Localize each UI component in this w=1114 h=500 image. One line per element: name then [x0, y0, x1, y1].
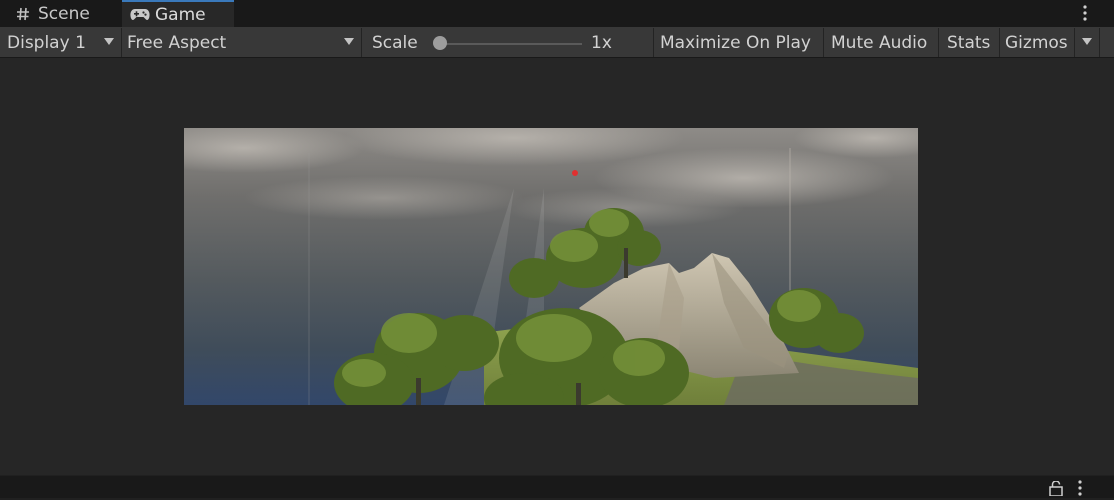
- chevron-down-icon: [1082, 38, 1092, 45]
- gamepad-icon: [130, 5, 150, 25]
- tab-scene[interactable]: Scene: [0, 0, 121, 27]
- status-bar: [0, 476, 1114, 498]
- gizmos-button[interactable]: Gizmos: [1001, 28, 1075, 57]
- scale-slider-track[interactable]: [440, 43, 582, 45]
- chevron-down-icon: [344, 38, 354, 45]
- kebab-menu-icon[interactable]: [1078, 3, 1092, 23]
- chevron-down-icon: [104, 38, 114, 45]
- tab-scene-label: Scene: [38, 3, 90, 24]
- game-view-toolbar: Display 1 Free Aspect Scale Maximize On …: [0, 27, 1114, 58]
- display-dropdown[interactable]: Display 1: [0, 28, 122, 57]
- scale-value: 1x: [591, 32, 612, 53]
- mute-audio-label: Mute Audio: [831, 32, 928, 53]
- mute-audio-button[interactable]: Mute Audio: [825, 28, 939, 57]
- stats-label: Stats: [947, 32, 991, 53]
- gizmos-dropdown[interactable]: [1076, 28, 1100, 57]
- maximize-on-play-label: Maximize On Play: [660, 32, 811, 53]
- kebab-menu-icon[interactable]: [1078, 480, 1090, 498]
- gizmos-label: Gizmos: [1005, 32, 1068, 53]
- hash-icon: [13, 4, 33, 24]
- tab-game[interactable]: Game: [122, 0, 234, 27]
- scale-label: Scale: [372, 32, 418, 53]
- crosshair-dot: [572, 170, 578, 176]
- window-tab-bar: Scene Game: [0, 0, 1114, 27]
- stats-button[interactable]: Stats: [940, 28, 1000, 57]
- display-dropdown-label: Display 1: [7, 32, 86, 53]
- aspect-dropdown[interactable]: Free Aspect: [123, 28, 362, 57]
- game-render-image: [184, 128, 918, 405]
- scale-slider-thumb[interactable]: [433, 36, 447, 50]
- aspect-dropdown-label: Free Aspect: [127, 32, 227, 53]
- lock-icon[interactable]: [1049, 480, 1063, 497]
- maximize-on-play-button[interactable]: Maximize On Play: [655, 28, 824, 57]
- tab-game-label: Game: [155, 4, 206, 25]
